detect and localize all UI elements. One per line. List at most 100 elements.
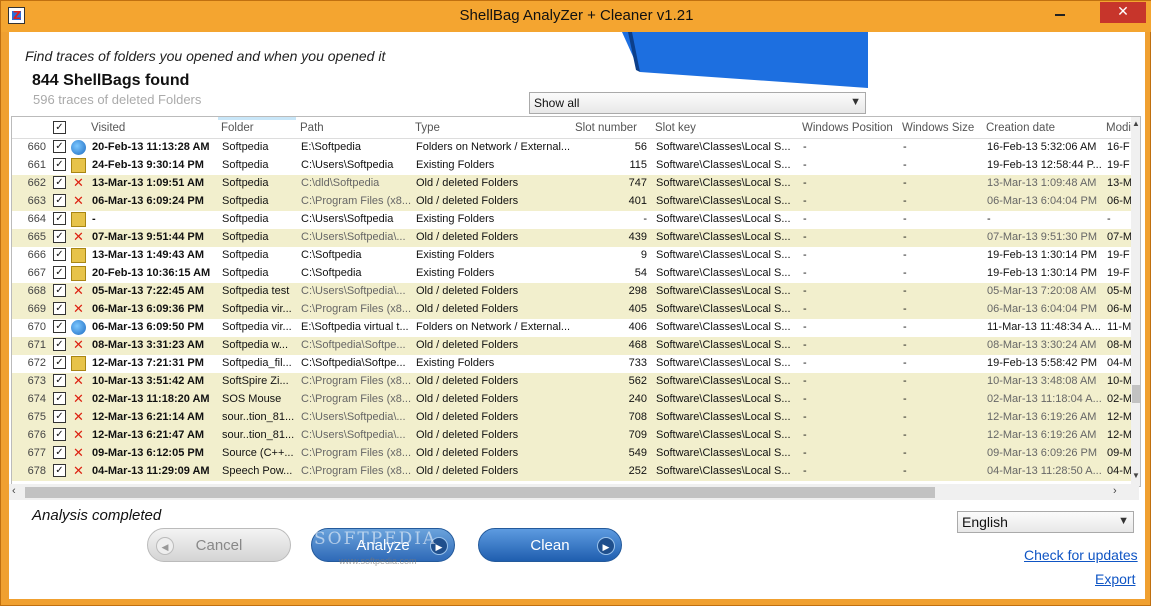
column-header-folder[interactable]: Folder <box>221 122 254 134</box>
cell-slot-key: Software\Classes\Local S... <box>656 357 791 369</box>
table-row[interactable]: 661 ✓ 24-Feb-13 9:30:14 PM Softpedia C:\User… <box>12 157 1140 175</box>
select-all-checkbox[interactable]: ✓ <box>53 121 66 134</box>
cell-slot-number: 709 <box>628 429 647 441</box>
row-checkbox[interactable]: ✓ <box>53 230 66 243</box>
table-row[interactable]: 678 ✓ ✕ 04-Mar-13 11:29:09 AM Speech Pow... C… <box>12 463 1140 481</box>
row-index: 660 <box>27 141 46 153</box>
cell-window-size: - <box>903 195 907 207</box>
scroll-down-icon[interactable]: ▼ <box>1132 471 1140 480</box>
scroll-left-icon[interactable]: ‹ <box>12 485 16 497</box>
cell-window-size: - <box>903 177 907 189</box>
cell-slot-key: Software\Classes\Local S... <box>656 285 791 297</box>
horizontal-scroll-thumb[interactable] <box>25 487 935 498</box>
vertical-scrollbar[interactable]: ▲ ▼ <box>1131 117 1140 486</box>
cell-slot-number: 240 <box>628 393 647 405</box>
column-header-path[interactable]: Path <box>300 122 324 134</box>
cell-window-size: - <box>903 267 907 279</box>
row-checkbox[interactable]: ✓ <box>53 356 66 369</box>
row-checkbox[interactable]: ✓ <box>53 464 66 477</box>
row-checkbox[interactable]: ✓ <box>53 410 66 423</box>
horizontal-scrollbar[interactable]: ‹ › <box>9 484 1139 500</box>
row-index: 662 <box>27 177 46 189</box>
table-row[interactable]: 676 ✓ ✕ 12-Mar-13 6:21:47 AM sour..tion_81..… <box>12 427 1140 445</box>
row-checkbox[interactable]: ✓ <box>53 338 66 351</box>
table-row[interactable]: 669 ✓ ✕ 06-Mar-13 6:09:36 PM Softpedia vir..… <box>12 301 1140 319</box>
table-row[interactable]: 674 ✓ ✕ 02-Mar-13 11:18:20 AM SOS Mouse C:\Pr… <box>12 391 1140 409</box>
table-row[interactable]: 675 ✓ ✕ 12-Mar-13 6:21:14 AM sour..tion_81..… <box>12 409 1140 427</box>
cancel-button[interactable]: ◀ Cancel <box>147 528 291 562</box>
cell-slot-key: Software\Classes\Local S... <box>656 447 791 459</box>
cell-window-size: - <box>903 465 907 477</box>
cell-window-position: - <box>803 429 807 441</box>
check-updates-link[interactable]: Check for updates <box>1024 547 1138 563</box>
cell-creation-date: 02-Mar-13 11:18:04 A... <box>987 393 1102 405</box>
deleted-folder-icon: ✕ <box>73 176 84 191</box>
clean-button[interactable]: Clean ▶ <box>478 528 622 562</box>
column-header-visited[interactable]: Visited <box>91 122 125 134</box>
vertical-scroll-thumb[interactable] <box>1132 385 1140 403</box>
table-row[interactable]: 665 ✓ ✕ 07-Mar-13 9:51:44 PM Softpedia C:\Use… <box>12 229 1140 247</box>
sorted-column-indicator <box>218 117 296 120</box>
column-header-creation-date[interactable]: Creation date <box>986 122 1055 134</box>
table-row[interactable]: 664 ✓ - Softpedia C:\Users\Softpedia Existing… <box>12 211 1140 229</box>
cell-slot-key: Software\Classes\Local S... <box>656 393 791 405</box>
row-checkbox[interactable]: ✓ <box>53 248 66 261</box>
row-checkbox[interactable]: ✓ <box>53 194 66 207</box>
existing-folder-icon <box>71 356 86 371</box>
column-header-window-position[interactable]: Windows Position <box>802 122 893 134</box>
table-row[interactable]: 660 ✓ 20-Feb-13 11:13:28 AM Softpedia E:\Sof… <box>12 139 1140 157</box>
close-button[interactable]: ✕ <box>1100 2 1146 23</box>
clean-label: Clean <box>530 537 570 554</box>
cell-folder: Softpedia <box>222 267 269 279</box>
row-checkbox[interactable]: ✓ <box>53 140 66 153</box>
row-checkbox[interactable]: ✓ <box>53 428 66 441</box>
filter-select[interactable]: Show all ▼ <box>529 92 866 114</box>
row-checkbox[interactable]: ✓ <box>53 320 66 333</box>
row-checkbox[interactable]: ✓ <box>53 212 66 225</box>
cell-visited: 07-Mar-13 9:51:44 PM <box>92 231 204 243</box>
scroll-up-icon[interactable]: ▲ <box>1132 119 1140 128</box>
column-header-type[interactable]: Type <box>415 122 440 134</box>
cell-folder: Speech Pow... <box>222 465 293 477</box>
row-checkbox[interactable]: ✓ <box>53 302 66 315</box>
shellbag-table[interactable]: ✓ Visited Folder Path Type Slot number S… <box>11 116 1141 487</box>
column-header-modified[interactable]: Modi <box>1106 122 1131 134</box>
minimize-button[interactable] <box>1047 3 1073 23</box>
table-row[interactable]: 666 ✓ 13-Mar-13 1:49:43 AM Softpedia C:\Soft… <box>12 247 1140 265</box>
cell-slot-number: 298 <box>628 285 647 297</box>
table-row[interactable]: 662 ✓ ✕ 13-Mar-13 1:09:51 AM Softpedia C:\dld… <box>12 175 1140 193</box>
cell-slot-key: Software\Classes\Local S... <box>656 159 791 171</box>
row-checkbox[interactable]: ✓ <box>53 392 66 405</box>
table-row[interactable]: 672 ✓ 12-Mar-13 7:21:31 PM Softpedia_fil...… <box>12 355 1140 373</box>
table-row[interactable]: 671 ✓ ✕ 08-Mar-13 3:31:23 AM Softpedia w... C… <box>12 337 1140 355</box>
cell-path: C:\Program Files (x8... <box>301 393 412 405</box>
row-checkbox[interactable]: ✓ <box>53 446 66 459</box>
table-row[interactable]: 667 ✓ 20-Feb-13 10:36:15 AM Softpedia C:\Sof… <box>12 265 1140 283</box>
cell-creation-date: 05-Mar-13 7:20:08 AM <box>987 285 1097 297</box>
cell-path: C:\Users\Softpedia\... <box>301 411 406 423</box>
network-folder-icon <box>71 140 86 155</box>
table-header: ✓ Visited Folder Path Type Slot number S… <box>12 117 1140 139</box>
row-checkbox[interactable]: ✓ <box>53 158 66 171</box>
column-header-slot-key[interactable]: Slot key <box>655 122 696 134</box>
row-index: 669 <box>27 303 46 315</box>
column-header-window-size[interactable]: Windows Size <box>902 122 974 134</box>
row-checkbox[interactable]: ✓ <box>53 284 66 297</box>
table-row[interactable]: 673 ✓ ✕ 10-Mar-13 3:51:42 AM SoftSpire Zi...… <box>12 373 1140 391</box>
filter-select-value: Show all <box>534 96 580 110</box>
row-checkbox[interactable]: ✓ <box>53 176 66 189</box>
cell-folder: SoftSpire Zi... <box>222 375 289 387</box>
row-checkbox[interactable]: ✓ <box>53 374 66 387</box>
row-checkbox[interactable]: ✓ <box>53 266 66 279</box>
table-row[interactable]: 677 ✓ ✕ 09-Mar-13 6:12:05 PM Source (C++... C… <box>12 445 1140 463</box>
column-header-slot-number[interactable]: Slot number <box>575 122 637 134</box>
language-select[interactable]: English ▼ <box>957 511 1134 533</box>
scroll-right-icon[interactable]: › <box>1113 485 1117 497</box>
table-row[interactable]: 670 ✓ 06-Mar-13 6:09:50 PM Softpedia vir...… <box>12 319 1140 337</box>
shellbag-count: 844 ShellBags found <box>32 72 190 89</box>
cell-slot-number: 468 <box>628 339 647 351</box>
title-bar[interactable]: ShellBag AnalyZer + Cleaner v1.21 ✕ <box>1 1 1151 32</box>
export-link[interactable]: Export <box>1095 571 1135 587</box>
table-row[interactable]: 663 ✓ ✕ 06-Mar-13 6:09:24 PM Softpedia C:\Pro… <box>12 193 1140 211</box>
table-row[interactable]: 668 ✓ ✕ 05-Mar-13 7:22:45 AM Softpedia test C… <box>12 283 1140 301</box>
